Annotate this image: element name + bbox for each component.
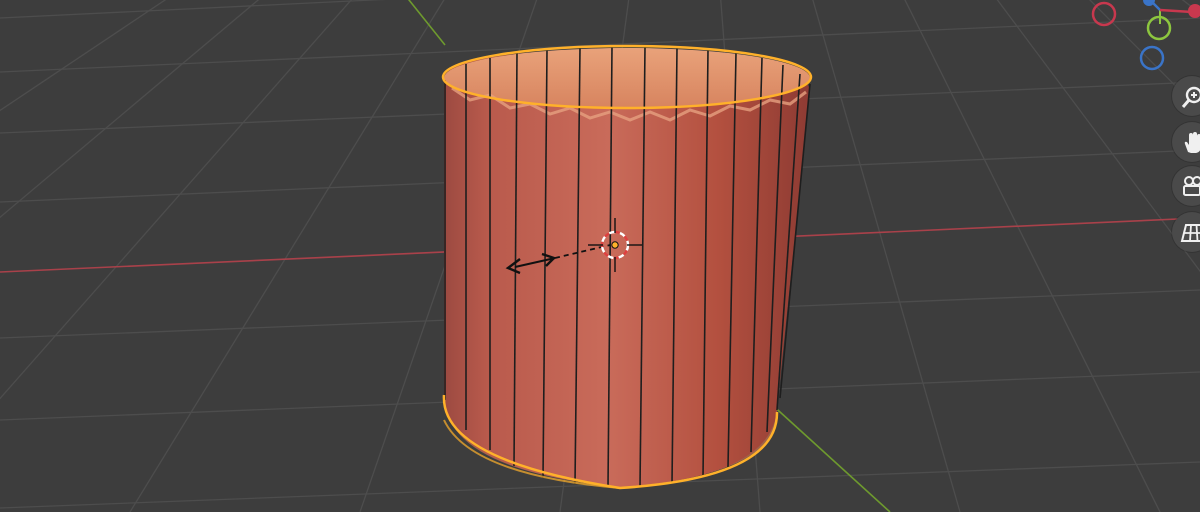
axis-x-positive-handle[interactable]: [1188, 4, 1200, 18]
cylinder-object[interactable]: [441, 44, 813, 490]
axis-z-negative-handle[interactable]: [1139, 45, 1165, 71]
viewport-scene[interactable]: [0, 0, 1200, 512]
zoom-icon: [1181, 86, 1200, 108]
navigation-gizmo[interactable]: [1080, 0, 1200, 80]
camera-icon: [1183, 176, 1200, 196]
3d-viewport[interactable]: [0, 0, 1200, 512]
axis-z-positive-handle[interactable]: [1143, 0, 1155, 6]
hand-icon: [1184, 132, 1200, 153]
grid-icon: [1180, 224, 1200, 242]
axis-x-negative-handle[interactable]: [1091, 1, 1117, 27]
